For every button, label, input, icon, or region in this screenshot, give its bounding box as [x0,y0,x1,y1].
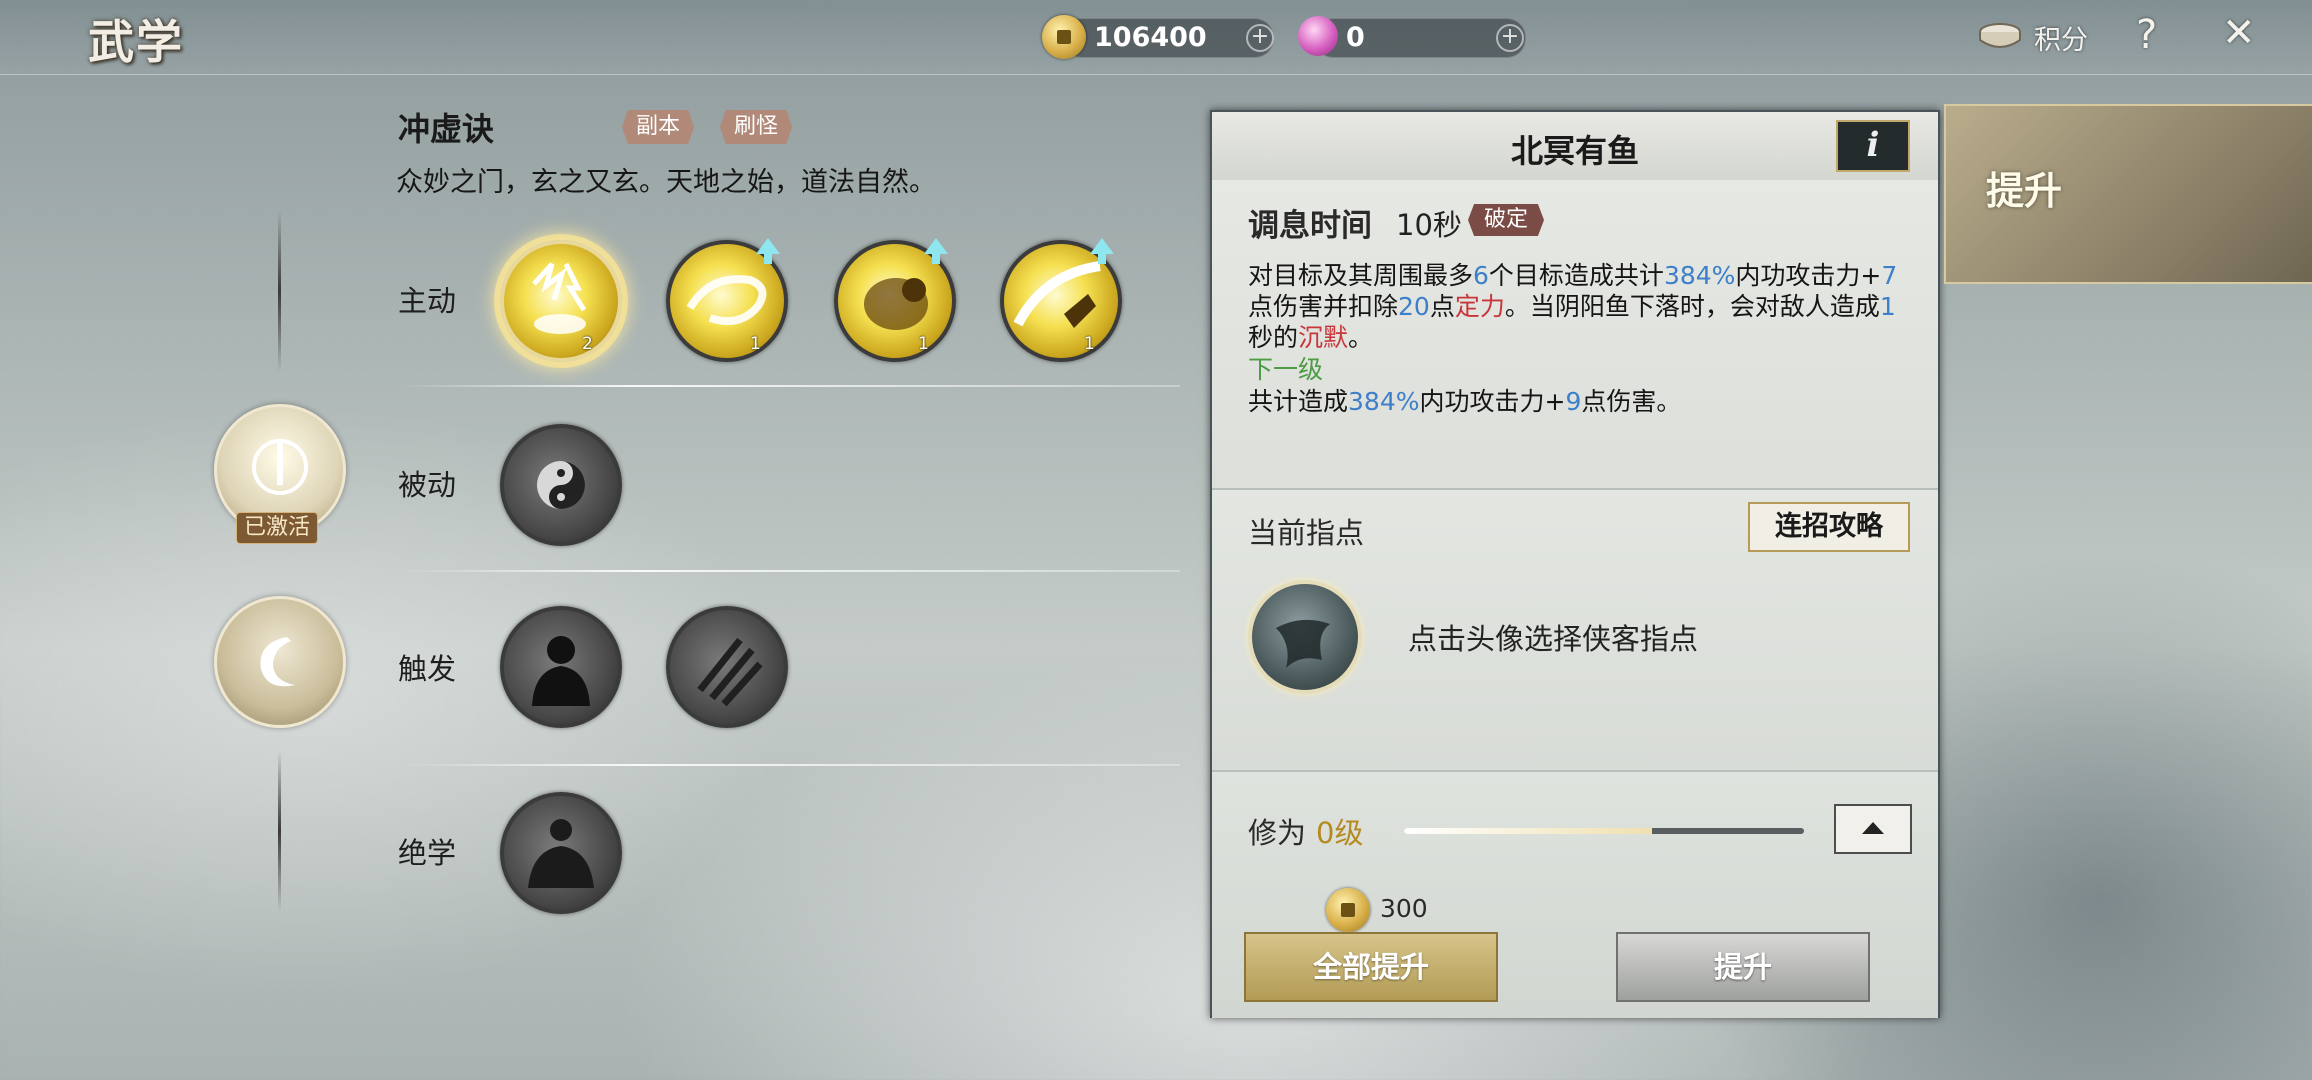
skill-level: 1 [750,334,761,354]
arrow-up-icon [1862,822,1884,834]
row-divider [400,764,1180,766]
category-button-trigger[interactable] [214,596,346,728]
tag-dungeon: 副本 [622,110,695,144]
warrior-silhouette-icon [532,636,590,706]
yin-yang-lightning-icon [532,262,587,334]
combo-guide-button[interactable]: 连招攻略 [1748,502,1910,552]
mentor-silhouette-icon [1276,619,1330,668]
coin-icon [1042,15,1086,59]
coin-amount: 106400 [1094,22,1207,53]
close-icon[interactable]: ✕ [2222,10,2256,56]
category-label-ultimate: 绝学 [398,836,457,870]
activated-badge: 已激活 [236,512,318,544]
category-connector-bottom [278,750,281,912]
points-icon [1979,23,2021,48]
crescent-icon [260,637,295,687]
row-divider [400,570,1180,572]
category-label-active: 主动 [398,284,457,318]
skill-detail-panel: 北冥有鱼 i 调息时间 10秒 破定 对目标及其周围最多6个目标造成共计384%… [1210,110,1940,1018]
skill-set-name: 冲虚诀 [398,110,495,148]
cooldown-value: 10秒 [1396,208,1462,242]
cultivation-label: 修为 [1248,816,1307,850]
page-title: 武学 [88,15,184,69]
skill-ultimate-1[interactable] [500,792,622,914]
yin-yang-icon [537,461,585,509]
skill-trigger-2[interactable] [666,606,788,728]
skill-active-1[interactable] [500,240,622,362]
increase-button[interactable] [1834,804,1912,854]
guidance-hint: 点击头像选择侠客指点 [1408,622,1699,656]
category-label-trigger: 触发 [398,652,457,686]
cost-coin-icon [1326,888,1370,932]
next-level-effect: 共计造成384%内功攻击力+9点伤害。 [1248,387,1682,416]
skill-trigger-1[interactable] [500,606,622,728]
upgrade-all-button[interactable]: 全部提升 [1244,932,1498,1002]
guidance-label: 当前指点 [1248,516,1365,550]
upgrade-cost: 300 [1380,894,1428,923]
row-divider [400,385,1180,387]
upgrade-tab[interactable]: 提升 [1944,104,2312,284]
upgrade-tab-label: 提升 [1986,168,2063,213]
break-tag: 破定 [1468,204,1545,236]
cultivation-section: 修为 0级 300 全部提升 提升 [1212,770,1938,1018]
skill-effect-section: 调息时间 10秒 破定 对目标及其周围最多6个目标造成共计384%内功攻击力+7… [1212,180,1938,488]
help-icon[interactable]: ? [2136,12,2157,58]
upgrade-arrow-icon [1090,238,1114,264]
points-button[interactable] [1976,20,2024,54]
category-connector-top [278,210,281,372]
skill-level: 1 [1084,334,1095,354]
add-coins-button[interactable]: + [1246,24,1274,52]
upgrade-arrow-icon [924,238,948,264]
upgrade-button[interactable]: 提升 [1616,932,1870,1002]
cultivation-progress-fill [1404,828,1652,834]
gem-amount: 0 [1346,22,1365,53]
upgrade-arrow-icon [756,238,780,264]
mentor-avatar[interactable] [1248,580,1362,694]
info-button[interactable]: i [1836,120,1910,172]
skill-set-description: 众妙之门，玄之又玄。天地之始，道法自然。 [396,167,936,198]
skill-level: 1 [918,334,929,354]
skill-effect-text: 对目标及其周围最多6个目标造成共计384%内功攻击力+7点伤害并扣除20点定力。… [1248,261,1898,352]
skill-title: 北冥有鱼 [1510,132,1639,170]
guidance-section: 当前指点 连招攻略 点击头像选择侠客指点 [1212,488,1938,772]
cultivation-progress-bar [1404,828,1804,834]
next-level-label: 下一级 [1248,355,1324,384]
cooldown-label: 调息时间 [1248,208,1372,244]
skill-passive-1[interactable] [500,424,622,546]
tag-grind: 刷怪 [720,110,793,144]
cultivation-level: 0级 [1316,816,1364,850]
points-label[interactable]: 积分 [2034,18,2088,57]
category-label-passive: 被动 [398,468,457,502]
gem-icon [1298,16,1338,56]
skill-level: 2 [582,334,593,354]
meditating-figure-icon [528,819,594,888]
claw-strike-icon [697,637,763,707]
add-gems-button[interactable]: + [1496,24,1524,52]
